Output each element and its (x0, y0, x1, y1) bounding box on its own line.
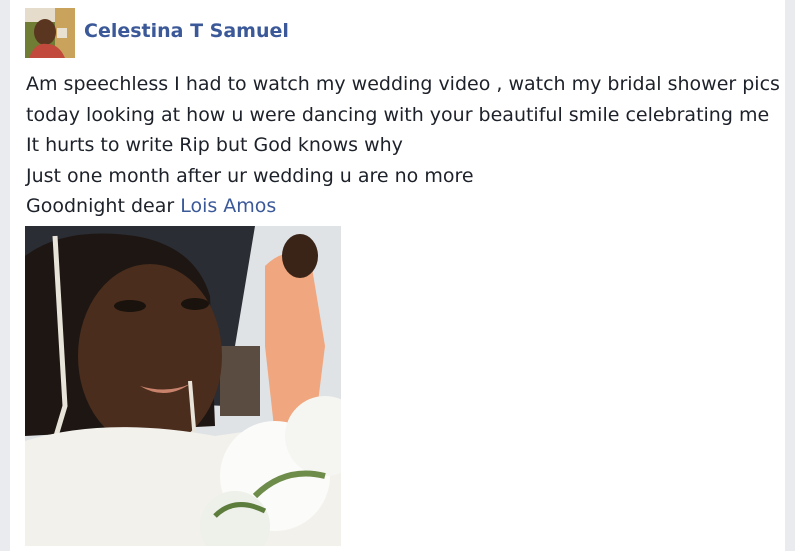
post-text-line: today looking at how u were dancing with… (26, 103, 770, 126)
bride-portrait-icon (25, 226, 341, 546)
post-card: Celestina T Samuel Am speechless I had t… (10, 0, 785, 551)
post-text-line: Am speechless I had to watch my wedding … (26, 73, 780, 95)
post-text-prefix: Goodnight dear (26, 195, 181, 217)
post-photo[interactable] (25, 226, 341, 546)
post-text-line: It hurts to write Rip but God knows why (26, 134, 403, 156)
post-text-line: Just one month after ur wedding u are no… (26, 164, 474, 187)
author-avatar[interactable] (25, 8, 75, 58)
author-name[interactable]: Celestina T Samuel (84, 20, 289, 42)
tagged-user-link[interactable]: Lois Amos (180, 195, 276, 217)
post-body: Am speechless I had to watch my wedding … (26, 69, 780, 222)
post-text-last-line: Goodnight dear Lois Amos (26, 191, 776, 222)
profile-avatar-icon (25, 8, 75, 58)
